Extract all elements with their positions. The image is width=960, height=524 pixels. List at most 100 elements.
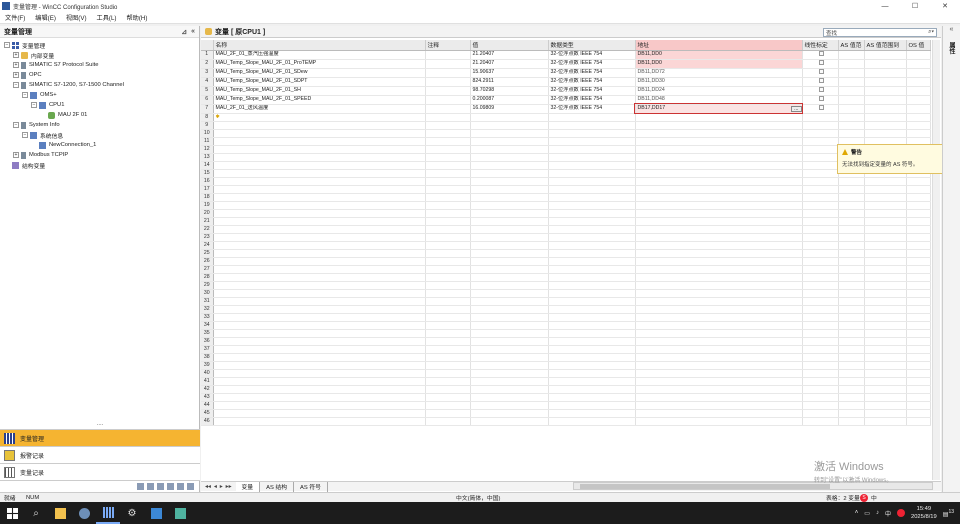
empty-cell[interactable] — [864, 401, 907, 410]
empty-cell[interactable] — [425, 257, 471, 266]
empty-cell[interactable] — [548, 201, 636, 210]
linear-scaling-cell[interactable] — [802, 68, 839, 78]
row-number[interactable]: 8 — [201, 113, 214, 122]
empty-cell[interactable] — [906, 241, 931, 250]
empty-cell[interactable] — [425, 409, 471, 418]
row-number[interactable]: 6 — [201, 95, 214, 105]
empty-cell[interactable] — [838, 289, 865, 298]
tag-name-cell[interactable] — [213, 129, 426, 138]
empty-cell[interactable] — [548, 297, 636, 306]
network-icon[interactable]: ▭ — [864, 510, 870, 517]
empty-cell[interactable] — [425, 281, 471, 290]
empty-cell[interactable] — [635, 121, 803, 130]
empty-cell[interactable] — [635, 313, 803, 322]
empty-cell[interactable] — [470, 217, 549, 226]
empty-cell[interactable] — [635, 369, 803, 378]
tag-name-cell[interactable] — [213, 153, 426, 162]
tag-name-cell[interactable] — [213, 161, 426, 170]
empty-cell[interactable] — [802, 417, 839, 426]
table-row[interactable]: 24 — [201, 241, 931, 250]
tree-item[interactable]: + SIMATIC S7 Protocol Suite — [0, 60, 199, 70]
empty-cell[interactable] — [470, 297, 549, 306]
empty-cell[interactable] — [548, 257, 636, 266]
tag-name-cell[interactable] — [213, 209, 426, 218]
empty-cell[interactable] — [906, 257, 931, 266]
as-range-to-cell[interactable] — [864, 104, 907, 114]
empty-cell[interactable] — [802, 137, 839, 146]
empty-cell[interactable] — [802, 217, 839, 226]
row-number[interactable]: 2 — [201, 59, 214, 69]
pin-icon[interactable]: ⊿ — [181, 28, 187, 36]
tray-chevron-icon[interactable]: ˄ — [855, 510, 859, 516]
empty-cell[interactable] — [548, 137, 636, 146]
table-row[interactable]: 23 — [201, 233, 931, 242]
os-value-cell[interactable] — [906, 50, 931, 60]
nav-toolbar-icon[interactable] — [177, 483, 184, 490]
as-range-to-cell[interactable] — [864, 95, 907, 105]
address-browse-button[interactable]: ... — [791, 105, 801, 112]
nav-toolbar-icon[interactable] — [187, 483, 194, 490]
row-number[interactable]: 10 — [201, 129, 214, 138]
tab-first-button[interactable]: ◂◂ — [205, 484, 211, 490]
empty-cell[interactable] — [425, 393, 471, 402]
volume-icon[interactable]: ♪ — [876, 510, 879, 516]
empty-cell[interactable] — [864, 233, 907, 242]
linear-scaling-cell[interactable] — [802, 95, 839, 105]
table-row[interactable]: 26 — [201, 257, 931, 266]
tag-name-cell[interactable]: ✱ — [213, 113, 426, 122]
empty-cell[interactable] — [425, 209, 471, 218]
os-value-cell[interactable] — [906, 86, 931, 96]
search-input[interactable]: 查找 ⌕▾ — [823, 28, 937, 37]
empty-cell[interactable] — [470, 265, 549, 274]
empty-cell[interactable] — [864, 257, 907, 266]
empty-cell[interactable] — [425, 225, 471, 234]
empty-cell[interactable] — [548, 305, 636, 314]
column-header[interactable] — [201, 40, 214, 51]
empty-cell[interactable] — [548, 217, 636, 226]
empty-cell[interactable] — [635, 329, 803, 338]
row-number[interactable]: 4 — [201, 77, 214, 87]
menu-view[interactable]: 视图(V) — [61, 13, 92, 22]
empty-cell[interactable] — [802, 201, 839, 210]
empty-cell[interactable] — [470, 257, 549, 266]
linear-scaling-checkbox[interactable] — [818, 68, 824, 74]
tag-name-cell[interactable] — [213, 297, 426, 306]
empty-cell[interactable] — [635, 385, 803, 394]
column-header[interactable]: 地址 — [635, 40, 803, 51]
empty-cell[interactable] — [864, 193, 907, 202]
table-row[interactable]: 42 — [201, 385, 931, 394]
empty-cell[interactable] — [635, 377, 803, 386]
row-number[interactable]: 14 — [201, 161, 214, 170]
search-taskbar-icon[interactable]: ⌕ — [24, 502, 48, 524]
empty-cell[interactable] — [838, 209, 865, 218]
empty-cell[interactable] — [802, 113, 839, 122]
empty-cell[interactable] — [470, 113, 549, 122]
empty-cell[interactable] — [548, 385, 636, 394]
empty-cell[interactable] — [548, 177, 636, 186]
row-number[interactable]: 12 — [201, 145, 214, 154]
empty-cell[interactable] — [906, 129, 931, 138]
table-row[interactable]: 14 — [201, 161, 931, 170]
empty-cell[interactable] — [635, 129, 803, 138]
empty-cell[interactable] — [802, 185, 839, 194]
empty-cell[interactable] — [548, 233, 636, 242]
empty-cell[interactable] — [425, 377, 471, 386]
empty-cell[interactable] — [470, 193, 549, 202]
tag-name-cell[interactable] — [213, 321, 426, 330]
empty-cell[interactable] — [838, 353, 865, 362]
empty-cell[interactable] — [838, 121, 865, 130]
empty-cell[interactable] — [470, 209, 549, 218]
row-number[interactable]: 40 — [201, 369, 214, 378]
empty-cell[interactable] — [548, 337, 636, 346]
table-row[interactable]: 34 — [201, 321, 931, 330]
empty-cell[interactable] — [864, 129, 907, 138]
empty-cell[interactable] — [425, 329, 471, 338]
nav-toolbar-icon[interactable] — [147, 483, 154, 490]
tag-name-cell[interactable] — [213, 385, 426, 394]
empty-cell[interactable] — [802, 337, 839, 346]
tag-name-cell[interactable] — [213, 233, 426, 242]
empty-cell[interactable] — [635, 153, 803, 162]
row-number[interactable]: 5 — [201, 86, 214, 96]
table-row[interactable]: 16 — [201, 177, 931, 186]
empty-cell[interactable] — [802, 353, 839, 362]
